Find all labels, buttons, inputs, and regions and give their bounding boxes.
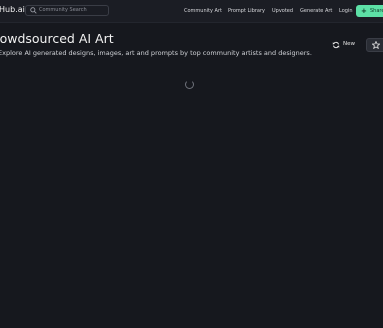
- sort-new-button[interactable]: New: [330, 39, 358, 51]
- search-icon: [30, 7, 37, 14]
- nav-login[interactable]: Login: [339, 8, 353, 14]
- page-subtitle: Explore AI generated designs, images, ar…: [0, 49, 312, 57]
- share-button-label: Share: [370, 8, 383, 14]
- nav-community-art[interactable]: Community Art: [184, 8, 222, 14]
- search-input[interactable]: [39, 6, 107, 15]
- nav-prompt-library[interactable]: Prompt Library: [228, 8, 265, 14]
- search-box[interactable]: [25, 5, 109, 16]
- page-title: Crowdsourced AI Art: [0, 31, 114, 46]
- plus-icon: +: [361, 7, 367, 15]
- nav-generate-art[interactable]: Generate Art: [300, 8, 332, 14]
- site-logo[interactable]: Hub.ai: [0, 5, 25, 14]
- top-navbar: Hub.ai Community Art Prompt Library Upvo…: [0, 0, 383, 23]
- star-icon: [372, 41, 380, 49]
- sort-new-label: New: [343, 41, 355, 47]
- share-button[interactable]: + Share: [356, 5, 383, 17]
- page: Hub.ai Community Art Prompt Library Upvo…: [0, 0, 383, 328]
- loading-spinner-icon: [185, 80, 194, 89]
- refresh-icon: [332, 41, 340, 49]
- nav-upvoted[interactable]: Upvoted: [272, 8, 293, 14]
- favorites-button[interactable]: [366, 38, 383, 52]
